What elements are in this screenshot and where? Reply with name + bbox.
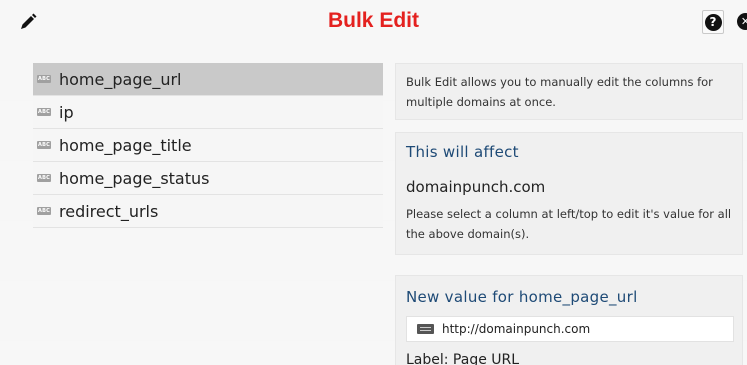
column-label: ip (59, 102, 74, 122)
abc-icon: ABC (37, 108, 51, 116)
column-item-redirect-urls[interactable]: ABC redirect_urls (33, 195, 383, 228)
question-circle-icon: ? (704, 13, 722, 31)
dialog-title: Bulk Edit (327, 9, 419, 32)
new-value-panel: New value for home_page_url Label: Page … (395, 275, 743, 365)
keyboard-icon (417, 324, 434, 334)
column-display-label: Label: Page URL (406, 352, 520, 365)
column-label: home_page_url (59, 69, 182, 89)
new-value-heading: New value for home_page_url (406, 288, 638, 306)
column-item-home-page-status[interactable]: ABC home_page_status (33, 162, 383, 195)
new-value-field[interactable] (406, 316, 734, 342)
affected-domain: domainpunch.com (406, 178, 546, 196)
dialog-titlebar: Bulk Edit ? ✕ (0, 0, 747, 44)
info-panel: Bulk Edit allows you to manually edit th… (395, 63, 743, 120)
close-button[interactable]: ✕ (737, 13, 747, 30)
abc-icon: ABC (37, 207, 51, 215)
column-label: redirect_urls (59, 201, 159, 221)
column-item-ip[interactable]: ABC ip (33, 96, 383, 129)
new-value-input[interactable] (442, 322, 722, 336)
column-list: ABC home_page_url ABC ip ABC home_page_t… (33, 63, 383, 228)
abc-icon: ABC (37, 141, 51, 149)
column-label: home_page_title (59, 135, 192, 155)
info-text: Bulk Edit allows you to manually edit th… (406, 75, 713, 109)
column-item-home-page-title[interactable]: ABC home_page_title (33, 129, 383, 162)
abc-icon: ABC (37, 174, 51, 182)
affect-heading: This will affect (406, 143, 519, 161)
abc-icon: ABC (37, 75, 51, 83)
affect-note: Please select a column at left/top to ed… (406, 207, 732, 241)
column-label: home_page_status (59, 168, 210, 188)
column-item-home-page-url[interactable]: ABC home_page_url (33, 63, 383, 96)
bulk-edit-dialog: Bulk Edit ? ✕ ABC home_page_url ABC ip A… (0, 0, 747, 365)
affect-panel: This will affect domainpunch.com Please … (395, 132, 743, 255)
help-button[interactable]: ? (702, 10, 724, 34)
